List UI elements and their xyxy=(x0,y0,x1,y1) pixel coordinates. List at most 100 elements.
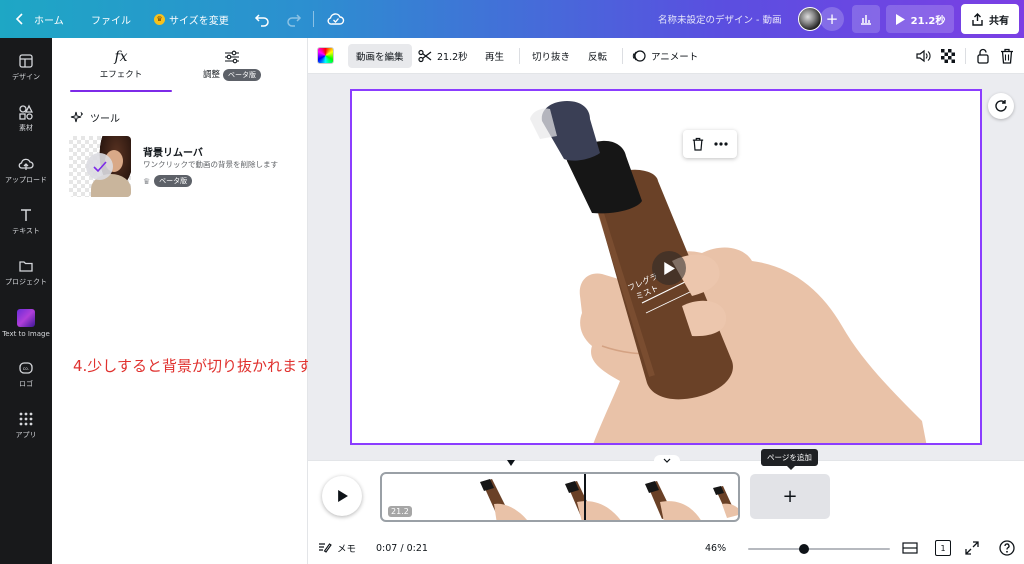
layout-icon xyxy=(19,53,33,68)
toolbar-divider xyxy=(313,11,314,27)
apps-grid-icon xyxy=(19,412,33,425)
tab-adjust-label: 調整 xyxy=(202,70,220,80)
regenerate-button[interactable] xyxy=(988,93,1014,119)
left-nav-rail: デザイン 素材 アップロード テキスト プロジェクト Text to Image… xyxy=(0,38,52,564)
check-icon xyxy=(86,153,113,180)
timeline-play-button[interactable] xyxy=(322,476,362,516)
grid-view-icon[interactable] xyxy=(902,542,918,554)
rail-label: 素材 xyxy=(19,123,33,132)
active-tab-indicator xyxy=(70,90,172,92)
tools-heading: ツール xyxy=(70,110,120,125)
transparency-icon[interactable] xyxy=(941,49,955,63)
rail-item-apps[interactable]: アプリ xyxy=(0,402,52,448)
help-icon[interactable] xyxy=(999,540,1015,556)
crown-icon: ♛ xyxy=(154,13,165,25)
notes-pencil-icon xyxy=(319,543,332,553)
zoom-slider-handle[interactable] xyxy=(799,544,809,554)
context-toolbar: 動画を編集 21.2秒 再生 切り抜き 反転 アニメート xyxy=(308,38,1024,74)
insights-button[interactable] xyxy=(852,5,880,33)
svg-text:co.: co. xyxy=(23,367,30,372)
text-icon xyxy=(21,208,31,221)
notes-label: メモ xyxy=(337,544,357,555)
cloud-upload-icon xyxy=(18,158,34,170)
crop-button[interactable]: 切り抜き xyxy=(532,38,570,74)
redo-icon[interactable] xyxy=(286,11,302,27)
more-options-icon[interactable] xyxy=(714,142,728,146)
clip-duration: 21.2 xyxy=(388,506,412,517)
playhead-handle[interactable] xyxy=(507,460,515,466)
tools-heading-label: ツール xyxy=(90,114,120,125)
rail-item-text[interactable]: テキスト xyxy=(0,198,52,244)
chevron-left-icon xyxy=(15,13,23,25)
notes-button[interactable]: メモ xyxy=(318,532,356,564)
effects-panel: fx エフェクト 調整 ベータ版 ツール 背景リムーバ ワンクリックで動画の背景を… xyxy=(52,38,312,564)
flip-button[interactable]: 反転 xyxy=(588,38,607,74)
add-page-button[interactable]: + xyxy=(750,474,830,519)
rail-label: デザイン xyxy=(12,72,40,81)
rail-item-uploads[interactable]: アップロード xyxy=(0,147,52,193)
page-count-button[interactable]: 1 xyxy=(935,540,951,556)
top-bar: ホーム ファイル ♛ サイズを変更 名称未設定のデザイン - 動画 + 21.2… xyxy=(0,0,1024,38)
toolbar-divider xyxy=(965,48,966,64)
bottom-bar: メモ 0:07 / 0:21 46% 1 xyxy=(308,532,1024,564)
trash-icon[interactable] xyxy=(692,137,704,151)
video-clip[interactable]: 21.2 xyxy=(380,472,740,522)
edit-video-button[interactable]: 動画を編集 xyxy=(348,44,412,68)
resize-button[interactable]: ♛ サイズを変更 xyxy=(154,0,229,38)
rail-item-logo[interactable]: co. ロゴ xyxy=(0,351,52,397)
bg-remover-thumbnail[interactable] xyxy=(69,136,131,197)
zoom-slider-track[interactable] xyxy=(748,548,890,550)
tutorial-annotation: 4.少しすると背景が切り抜かれます xyxy=(73,357,313,375)
rail-item-elements[interactable]: 素材 xyxy=(0,95,52,141)
share-button[interactable]: 共有 xyxy=(961,4,1019,34)
plus-icon: + xyxy=(825,10,839,28)
playhead[interactable] xyxy=(584,474,586,520)
rail-item-design[interactable]: デザイン xyxy=(0,44,52,90)
collapse-timeline-button[interactable] xyxy=(654,455,680,465)
animate-icon xyxy=(632,50,646,62)
playback-button[interactable]: 再生 xyxy=(485,38,504,74)
zoom-percent[interactable]: 46% xyxy=(705,532,726,564)
tab-adjust[interactable]: 調整 ベータ版 xyxy=(197,50,267,90)
file-menu-label: ファイル xyxy=(91,15,131,27)
animate-label: アニメート xyxy=(651,52,699,63)
rail-item-text-to-image[interactable]: Text to Image xyxy=(0,300,52,346)
avatar[interactable] xyxy=(798,7,822,31)
rail-label: アプリ xyxy=(15,430,37,439)
file-menu-button[interactable]: ファイル xyxy=(91,0,131,38)
folder-icon xyxy=(19,260,33,272)
document-title[interactable]: 名称未設定のデザイン - 動画 xyxy=(658,0,781,38)
volume-icon[interactable] xyxy=(916,49,931,63)
animate-button[interactable]: アニメート xyxy=(632,38,698,74)
timeline: 21.2 + xyxy=(308,455,1024,532)
undo-icon[interactable] xyxy=(254,11,270,27)
tab-effects[interactable]: fx エフェクト xyxy=(70,50,172,90)
add-collaborator-button[interactable]: + xyxy=(820,7,844,31)
home-button[interactable]: ホーム xyxy=(14,0,64,38)
plus-icon: + xyxy=(782,486,798,507)
video-play-button[interactable] xyxy=(652,251,686,285)
play-icon xyxy=(895,13,905,25)
shapes-icon xyxy=(19,104,34,120)
design-page[interactable]: フレグラ ミスト xyxy=(350,89,982,445)
home-label: ホーム xyxy=(34,15,64,27)
fullscreen-icon[interactable] xyxy=(965,541,979,555)
cloud-saved-icon[interactable] xyxy=(327,10,345,28)
share-label: 共有 xyxy=(989,15,1009,27)
page-count: 1 xyxy=(940,543,946,553)
lock-icon[interactable] xyxy=(976,48,990,64)
rail-item-projects[interactable]: プロジェクト xyxy=(0,249,52,295)
sparkle-icon xyxy=(70,111,83,123)
rail-label: Text to Image xyxy=(2,329,50,338)
present-play-button[interactable]: 21.2秒 xyxy=(886,5,954,33)
canvas-stage: フレグラ ミスト xyxy=(308,74,1024,460)
bg-remover-badge-row: ♛ ベータ版 xyxy=(143,175,193,187)
trim-button[interactable]: 21.2秒 xyxy=(418,38,468,74)
clip-frames xyxy=(480,479,738,520)
resize-label: サイズを変更 xyxy=(169,15,229,27)
rail-label: プロジェクト xyxy=(5,277,47,286)
trash-icon[interactable] xyxy=(1000,48,1014,64)
bg-remover-title[interactable]: 背景リムーバ xyxy=(143,144,203,159)
chevron-down-icon xyxy=(663,458,671,463)
color-picker-button[interactable] xyxy=(317,47,334,64)
